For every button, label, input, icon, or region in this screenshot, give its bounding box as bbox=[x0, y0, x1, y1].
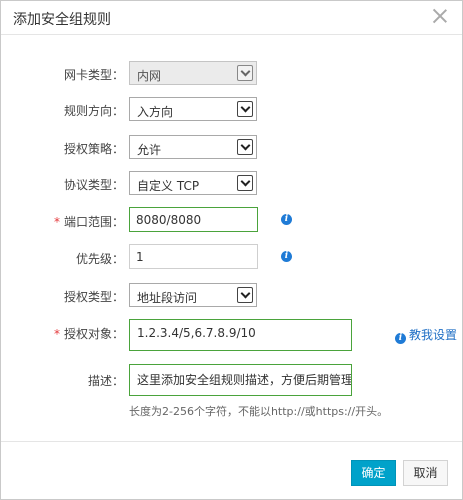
close-icon[interactable] bbox=[430, 6, 450, 26]
description-hint: 长度为2-256个字符，不能以http://或https://开头。 bbox=[129, 405, 389, 418]
description-label: 描述： bbox=[87, 374, 124, 388]
help-link-text: 教我设置 bbox=[409, 328, 458, 342]
chevron-down-icon bbox=[237, 65, 253, 81]
protocol-value: 自定义 TCP bbox=[137, 179, 200, 193]
help-link[interactable]: i 教我设置 bbox=[395, 326, 458, 344]
direction-value: 入方向 bbox=[137, 105, 174, 119]
priority-input[interactable]: 1 bbox=[129, 244, 258, 269]
dialog-title: 添加安全组规则 bbox=[13, 12, 111, 28]
policy-value: 允许 bbox=[137, 143, 162, 157]
chevron-down-icon bbox=[237, 101, 253, 117]
description-textarea[interactable]: 这里添加安全组规则描述，方便后期管理 bbox=[129, 364, 352, 396]
nic-type-value: 内网 bbox=[137, 69, 162, 83]
info-icon: i bbox=[395, 333, 406, 344]
protocol-label: 协议类型： bbox=[63, 178, 124, 192]
priority-label: 优先级： bbox=[75, 252, 124, 266]
add-security-group-rule-dialog: 添加安全组规则 网卡类型： 内网 规则方向： 入方向 授权策略： 允许 协议类型… bbox=[0, 0, 463, 500]
port-range-label-text: 端口范围： bbox=[63, 215, 124, 229]
auth-object-label: * 授权对象： bbox=[54, 325, 124, 342]
auth-object-label-text: 授权对象： bbox=[63, 327, 124, 341]
policy-label: 授权策略： bbox=[63, 142, 124, 156]
policy-select[interactable]: 允许 bbox=[129, 135, 257, 159]
direction-select[interactable]: 入方向 bbox=[129, 97, 257, 121]
required-mark: * bbox=[53, 327, 60, 341]
chevron-down-icon bbox=[237, 175, 253, 191]
info-icon[interactable]: i bbox=[281, 251, 292, 262]
footer-divider bbox=[1, 441, 462, 442]
auth-type-select[interactable]: 地址段访问 bbox=[129, 283, 257, 307]
auth-type-value: 地址段访问 bbox=[137, 291, 198, 305]
auth-object-textarea[interactable]: 1.2.3.4/5,6.7.8.9/10 bbox=[129, 319, 352, 351]
protocol-select[interactable]: 自定义 TCP bbox=[129, 171, 257, 195]
nic-type-select: 内网 bbox=[129, 61, 257, 85]
nic-type-label: 网卡类型： bbox=[63, 68, 124, 82]
port-range-label: * 端口范围： bbox=[54, 213, 124, 230]
direction-label: 规则方向： bbox=[63, 104, 124, 118]
auth-type-label: 授权类型： bbox=[63, 290, 124, 304]
cancel-button[interactable]: 取消 bbox=[403, 460, 448, 486]
required-mark: * bbox=[53, 215, 60, 229]
port-range-input[interactable]: 8080/8080 bbox=[129, 207, 258, 232]
chevron-down-icon bbox=[237, 287, 253, 303]
confirm-button[interactable]: 确定 bbox=[351, 460, 396, 486]
chevron-down-icon bbox=[237, 139, 253, 155]
info-icon[interactable]: i bbox=[281, 214, 292, 225]
dialog-header: 添加安全组规则 bbox=[1, 1, 462, 35]
